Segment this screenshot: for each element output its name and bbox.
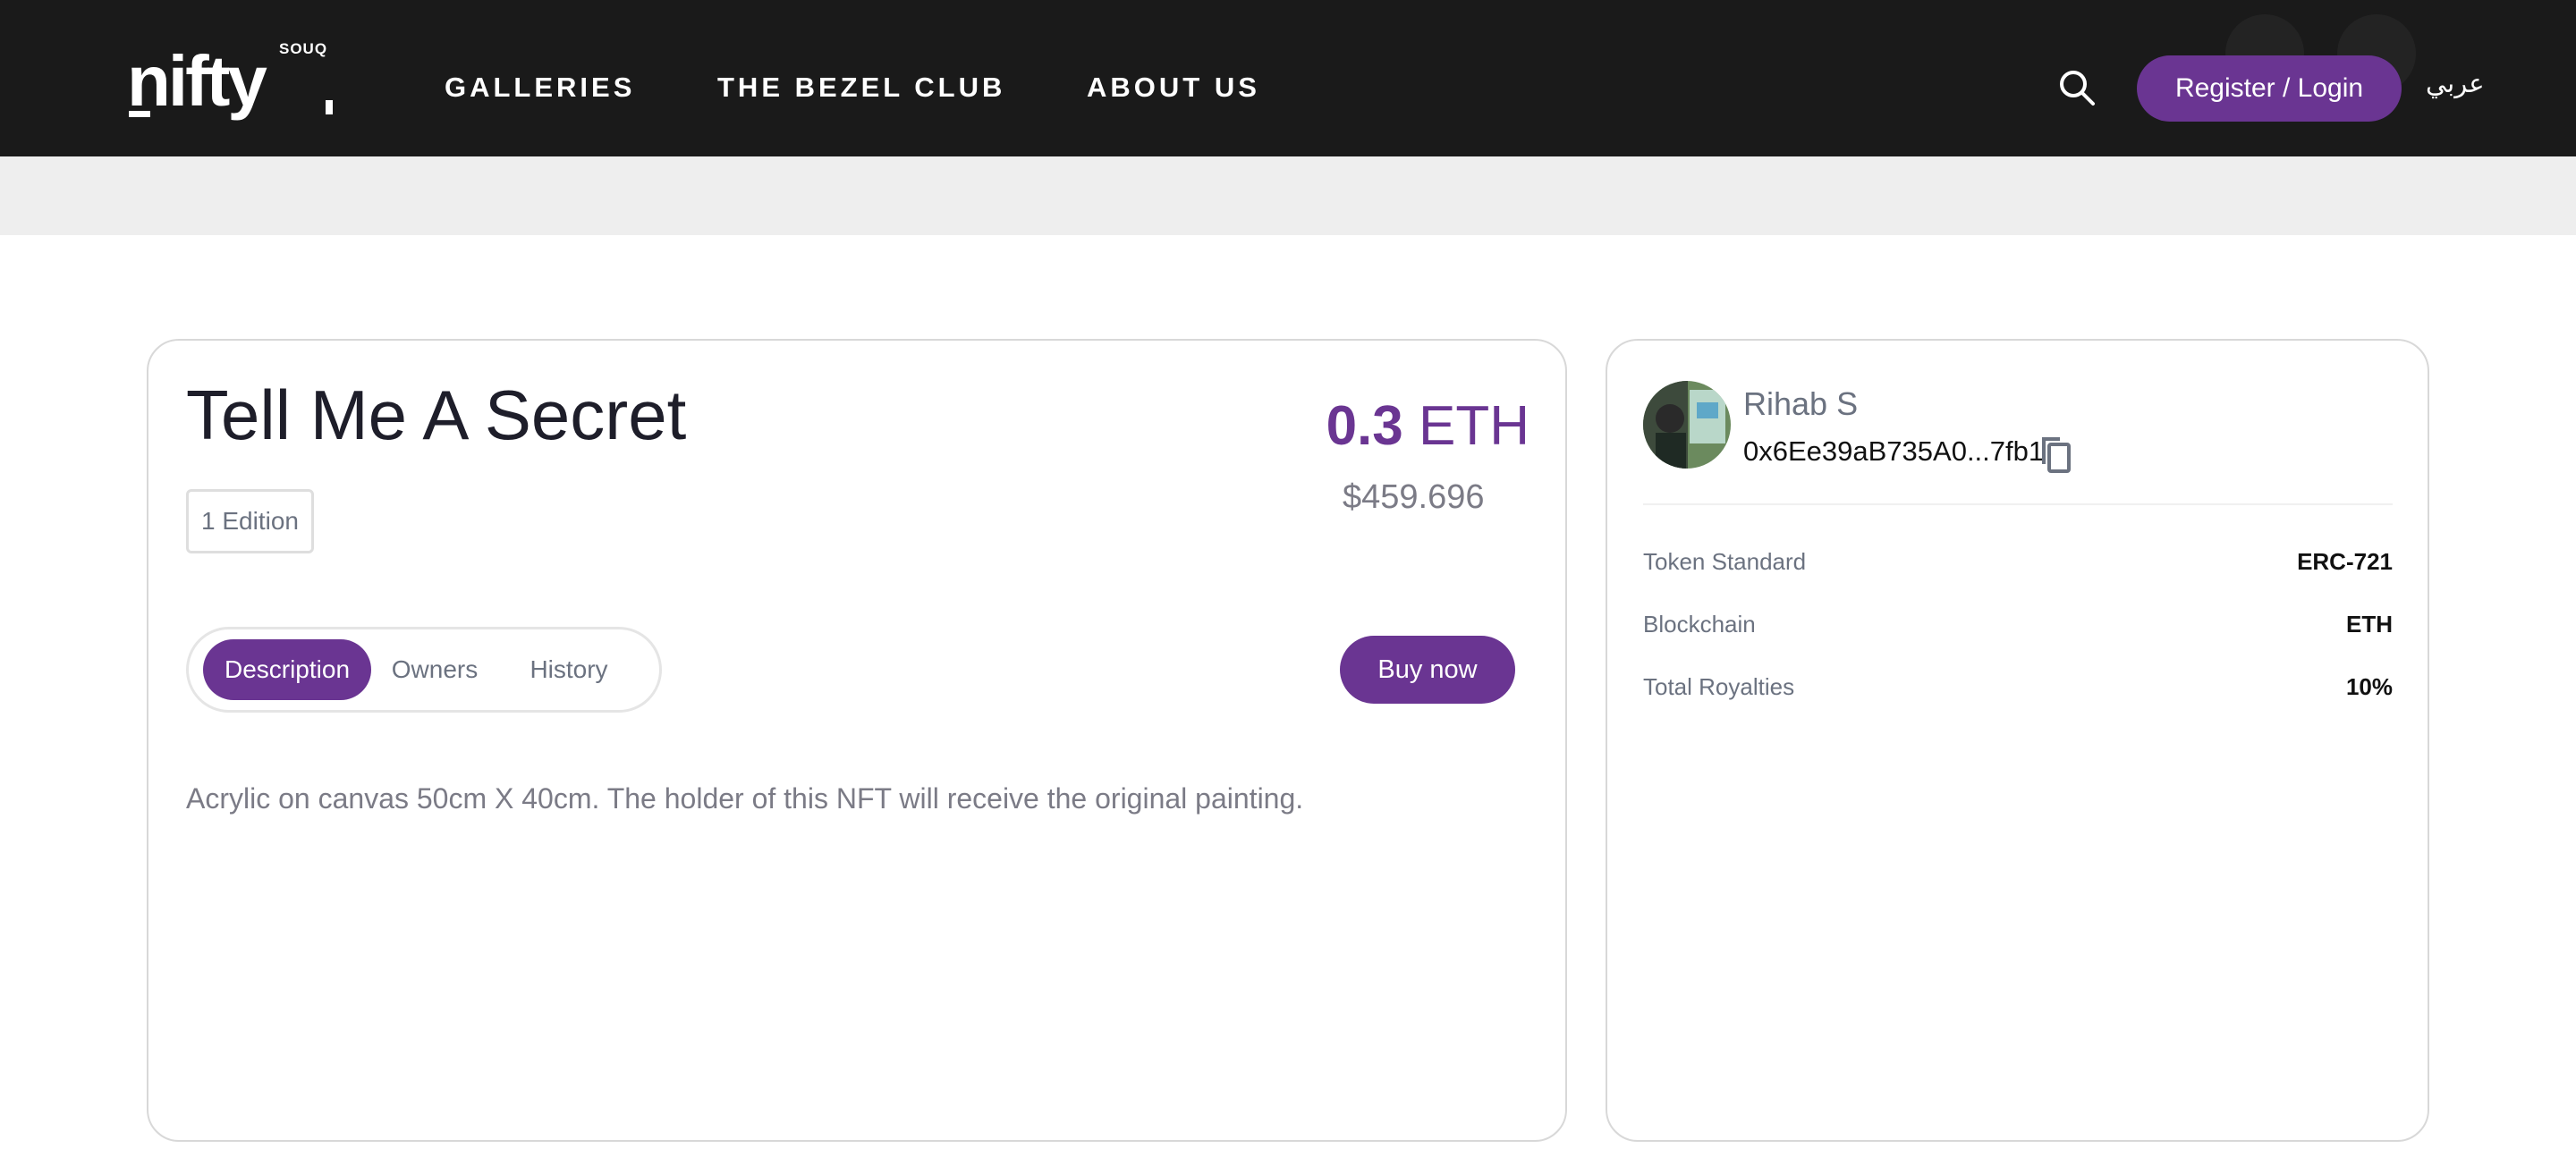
detail-value: 10% — [2345, 673, 2393, 700]
detail-label: Blockchain — [1643, 611, 1756, 638]
detail-label: Total Royalties — [1643, 673, 1795, 700]
tab-owners[interactable]: Owners — [381, 639, 488, 700]
search-icon[interactable] — [2057, 68, 2097, 107]
price-value: 0.3 — [1326, 395, 1403, 457]
tab-history[interactable]: History — [515, 639, 623, 700]
nav-galleries[interactable]: GALLERIES — [445, 72, 635, 104]
svg-text:nifty: nifty — [127, 41, 267, 121]
site-header: nifty SOUQ GALLERIES THE BEZEL CLUB ABOU… — [0, 0, 2576, 156]
details-card: Rihab S 0x6Ee39aB735A0...7fb1 Token Stan… — [1606, 339, 2429, 1142]
owner-avatar[interactable] — [1643, 381, 1731, 469]
detail-row-token-standard: Token Standard ERC-721 — [1643, 548, 2393, 576]
nav-about-us[interactable]: ABOUT US — [1087, 72, 1260, 104]
detail-row-total-royalties: Total Royalties 10% — [1643, 673, 2393, 701]
item-description: Acrylic on canvas 50cm X 40cm. The holde… — [186, 782, 1304, 815]
tab-bar: Description Owners History — [186, 627, 662, 713]
item-card: Tell Me A Secret 1 Edition 0.3 ETH $459.… — [147, 339, 1567, 1142]
price-unit: ETH — [1419, 395, 1530, 457]
buy-now-button[interactable]: Buy now — [1340, 636, 1515, 704]
detail-value: ETH — [2346, 611, 2393, 638]
owner-address: 0x6Ee39aB735A0...7fb1 — [1743, 435, 2045, 467]
detail-row-blockchain: Blockchain ETH — [1643, 611, 2393, 638]
nifty-souq-logo[interactable]: nifty SOUQ — [127, 36, 342, 125]
header-band — [0, 156, 2576, 235]
edition-badge: 1 Edition — [186, 489, 314, 553]
svg-text:SOUQ: SOUQ — [279, 40, 327, 57]
copy-icon[interactable] — [2037, 434, 2072, 475]
register-login-button[interactable]: Register / Login — [2137, 55, 2402, 122]
nav-the-bezel-club[interactable]: THE BEZEL CLUB — [717, 72, 1005, 104]
language-toggle[interactable]: عربي — [2426, 68, 2485, 99]
tab-description[interactable]: Description — [203, 639, 371, 700]
details-divider — [1643, 503, 2393, 505]
item-title: Tell Me A Secret — [186, 376, 687, 454]
owner-name[interactable]: Rihab S — [1743, 385, 1858, 423]
detail-value: ERC-721 — [2297, 548, 2393, 575]
price-usd: $459.696 — [1343, 478, 1485, 516]
price: 0.3 ETH — [1326, 394, 1530, 458]
detail-label: Token Standard — [1643, 548, 1807, 575]
